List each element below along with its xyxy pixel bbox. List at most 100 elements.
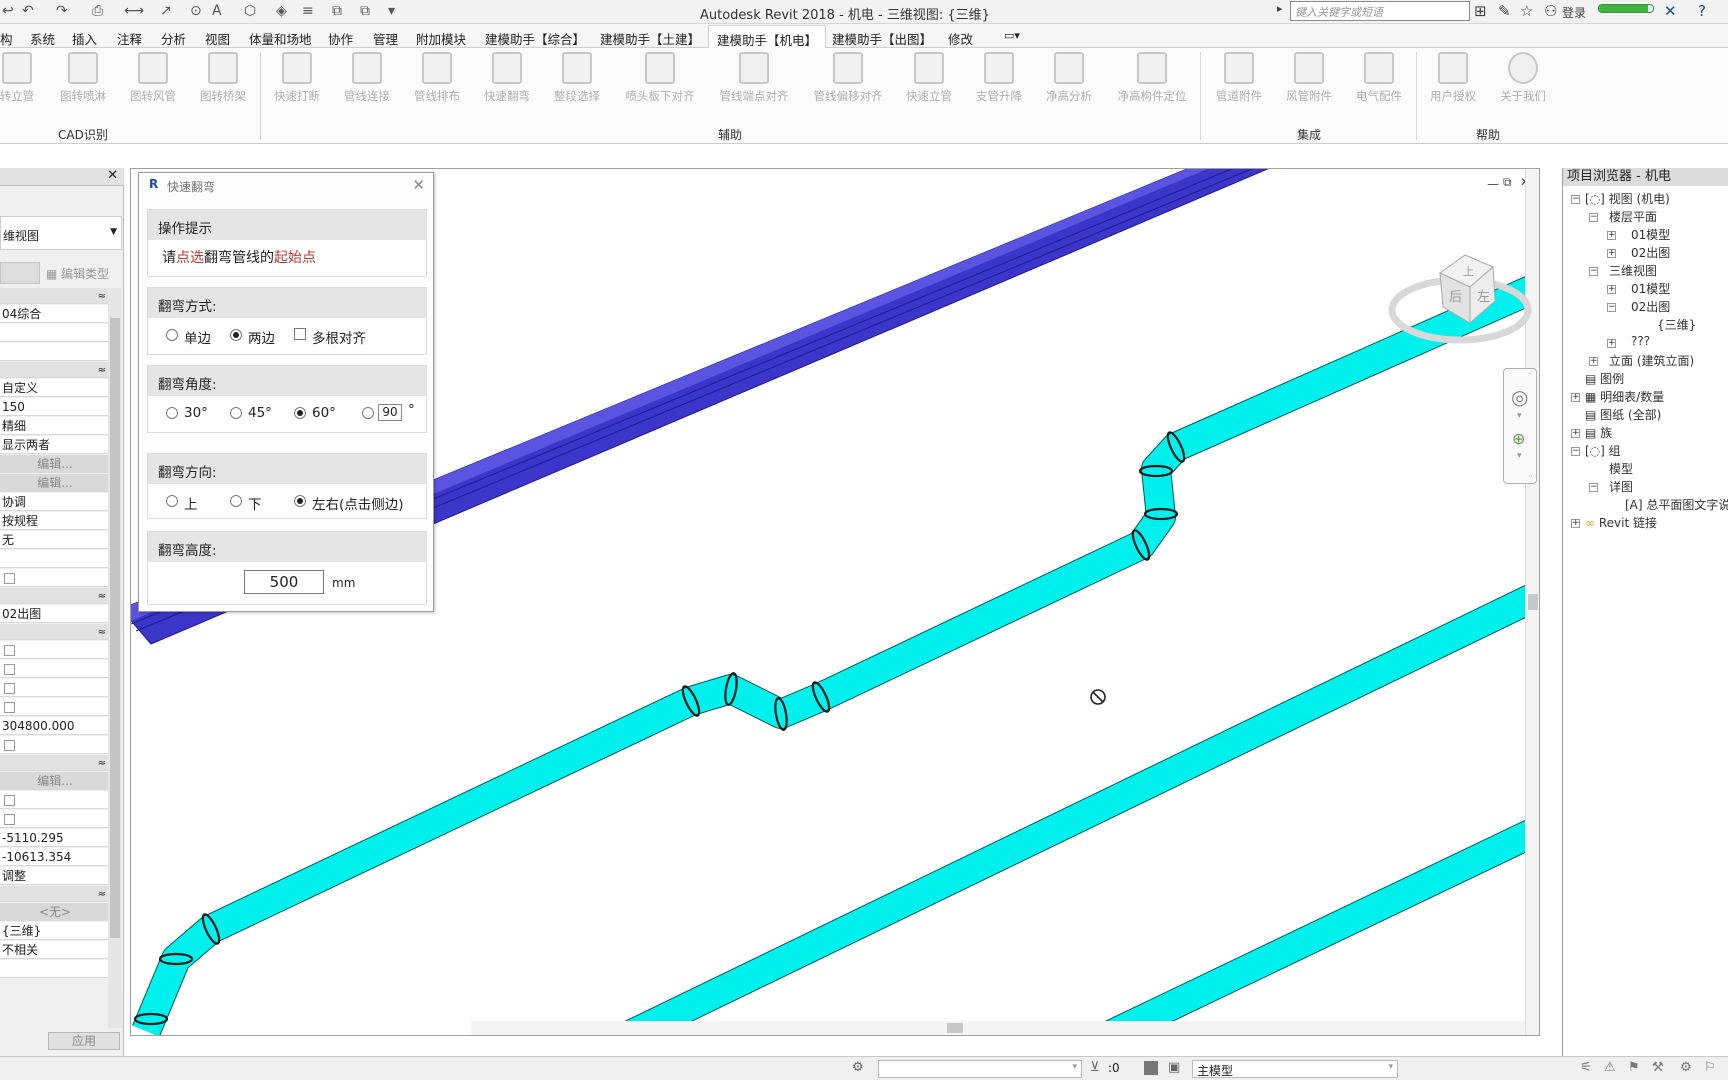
star-icon[interactable]: ☆ (1520, 2, 1533, 20)
tree-item-3d-default[interactable]: {三维} (1657, 316, 1696, 333)
pipe-arrange-button[interactable]: 管线排布 (402, 52, 472, 104)
search-input[interactable]: 键入关键字或短语 (1290, 1, 1470, 21)
property-checkbox-row[interactable] (0, 791, 108, 809)
tree-item-fp-model[interactable]: 01模型 (1631, 226, 1670, 243)
tree-item-views[interactable]: [◌] 视图 (机电) (1585, 190, 1670, 207)
radio-label[interactable]: 单边 (184, 327, 211, 347)
user-icon[interactable]: ⚇ (1544, 2, 1557, 20)
communication-icon[interactable]: ✎ (1498, 2, 1511, 20)
customize-qat-icon[interactable]: ▾ (388, 3, 395, 19)
radio-up[interactable] (166, 495, 178, 507)
3d-view-icon[interactable]: ⬡ (244, 3, 256, 19)
custom-angle-input[interactable]: 90 (378, 404, 402, 421)
navbar-options-icon[interactable]: ◦ (1528, 472, 1533, 481)
tag-icon[interactable]: ⊙ (190, 3, 202, 19)
clearance-locate-button[interactable]: 净高构件定位 (1110, 52, 1194, 104)
tab-helper-civil[interactable]: 建模助手【土建】 (600, 29, 700, 48)
none-button[interactable]: <无> (0, 903, 108, 921)
tab-helper-general[interactable]: 建模助手【综合】 (485, 29, 585, 48)
tree-item-site-text[interactable]: [A] 总平面图文字说明 (1625, 496, 1728, 513)
expand-toggle[interactable]: + (1571, 519, 1580, 528)
design-options-icon[interactable] (1144, 1061, 1158, 1075)
property-checkbox-row[interactable] (0, 810, 108, 828)
switch-windows-icon[interactable]: ⧉ (360, 3, 370, 19)
property-checkbox-row[interactable] (0, 641, 108, 659)
collapse-toggle[interactable]: − (1589, 483, 1598, 492)
group-header[interactable]: ≈ (0, 755, 108, 771)
property-checkbox-row[interactable] (0, 698, 108, 716)
close-hidden-icon[interactable]: ⧉ (332, 3, 342, 19)
pipe-2[interactable] (595, 578, 1540, 1036)
tree-item-schedules[interactable]: ▦ 明细表/数量 (1585, 388, 1664, 405)
tab-helper-mep[interactable]: 建模助手【机电】 (708, 25, 827, 49)
tree-item-groups[interactable]: [◌] 组 (1585, 442, 1621, 459)
tab-analyze[interactable]: 分析 (161, 29, 186, 48)
checkbox[interactable] (4, 740, 15, 751)
binoculars-icon[interactable]: ⊞ (1474, 2, 1487, 20)
radio-label[interactable]: 30° (184, 405, 208, 421)
about-us-button[interactable]: 关于我们 (1488, 52, 1558, 104)
workset-icon[interactable]: ⚙ (852, 1060, 864, 1075)
property-checkbox-row[interactable] (0, 736, 108, 754)
scroll-thumb[interactable] (1528, 594, 1538, 610)
tab-massing[interactable]: 体量和场地 (249, 29, 312, 48)
property-value[interactable]: 304800.000 (0, 717, 108, 735)
tab-addins[interactable]: 附加模块 (416, 29, 466, 48)
tree-item-3d-drawing[interactable]: 02出图 (1631, 298, 1670, 315)
property-value[interactable]: -10613.354 (0, 848, 108, 866)
group-header[interactable]: ≈ (0, 588, 108, 604)
tree-item-families[interactable]: ▤ 族 (1585, 424, 1612, 441)
quick-bend-button[interactable]: 快速翻弯 (472, 52, 542, 104)
dimension-icon[interactable]: ↗ (160, 3, 172, 19)
sprinkler-align-button[interactable]: 喷头板下对齐 (622, 52, 698, 104)
branch-lift-button[interactable]: 支管升降 (964, 52, 1034, 104)
group-header[interactable]: ≈ (0, 288, 108, 304)
property-value[interactable] (0, 343, 108, 361)
property-value[interactable] (0, 960, 108, 978)
tree-item-floor-plans[interactable]: 楼层平面 (1609, 208, 1657, 225)
property-value[interactable]: {三维} (0, 922, 108, 940)
select-pinned-icon[interactable]: ⚑ (1628, 1060, 1640, 1075)
print-icon[interactable]: ⎙ (92, 3, 103, 19)
expand-toggle[interactable]: + (1607, 249, 1616, 258)
property-value[interactable]: 显示两者 (0, 436, 108, 454)
collapse-toggle[interactable]: − (1607, 303, 1616, 312)
endpoint-align-button[interactable]: 管线端点对齐 (714, 52, 794, 104)
edit-button[interactable]: 编辑... (0, 772, 108, 790)
edit-button[interactable]: 编辑... (0, 455, 108, 473)
expand-arrow-icon[interactable]: ▸ (1277, 2, 1283, 15)
filter-dropdown[interactable] (0, 262, 40, 284)
expand-toggle[interactable]: + (1607, 231, 1616, 240)
properties-scrollbar[interactable] (108, 288, 122, 1028)
tab-view[interactable]: 视图 (205, 29, 230, 48)
property-value[interactable]: 无 (0, 531, 108, 549)
radio-single-side[interactable] (166, 329, 178, 341)
design-option-dropdown[interactable]: 主模型 ▾ (1192, 1060, 1398, 1078)
pipe-3[interactable] (1075, 813, 1540, 1036)
clearance-analysis-button[interactable]: 净高分析 (1034, 52, 1104, 104)
zoom-icon[interactable]: ⊕ (1512, 429, 1525, 448)
checkbox-label[interactable]: 多根对齐 (312, 327, 366, 347)
tree-item-model-groups[interactable]: 模型 (1609, 460, 1633, 477)
radio-label[interactable]: 上 (184, 493, 198, 513)
collapse-toggle[interactable]: − (1589, 267, 1598, 276)
pipe-connect-button[interactable]: 管线连接 (332, 52, 402, 104)
help-icon[interactable]: ? (1698, 2, 1706, 20)
expand-toggle[interactable]: + (1607, 285, 1616, 294)
tree-item-unknown[interactable]: ??? (1631, 334, 1650, 348)
edit-type-button[interactable]: ▦ 编辑类型 (44, 262, 122, 284)
tab-helper-drawing[interactable]: 建模助手【出图】 (832, 29, 932, 48)
property-checkbox-row[interactable] (0, 569, 108, 587)
property-value[interactable]: 02出图 (0, 605, 108, 623)
radio-angle-30[interactable] (166, 407, 178, 419)
checkbox[interactable] (4, 683, 15, 694)
radio-label[interactable]: 60° (312, 405, 336, 421)
property-value[interactable]: 04综合 (0, 305, 108, 323)
filter-icon[interactable]: ⊻ (1090, 1060, 1100, 1075)
tree-item-revit-links[interactable]: ∞ Revit 链接 (1585, 514, 1657, 531)
dialog-title-bar[interactable]: R 快速翻弯 ✕ (139, 173, 433, 197)
filter-count-icon[interactable]: ⚐ (1704, 1060, 1716, 1075)
scroll-thumb[interactable] (110, 318, 120, 938)
checkbox[interactable] (4, 702, 15, 713)
tree-item-detail-groups[interactable]: 详图 (1609, 478, 1633, 495)
